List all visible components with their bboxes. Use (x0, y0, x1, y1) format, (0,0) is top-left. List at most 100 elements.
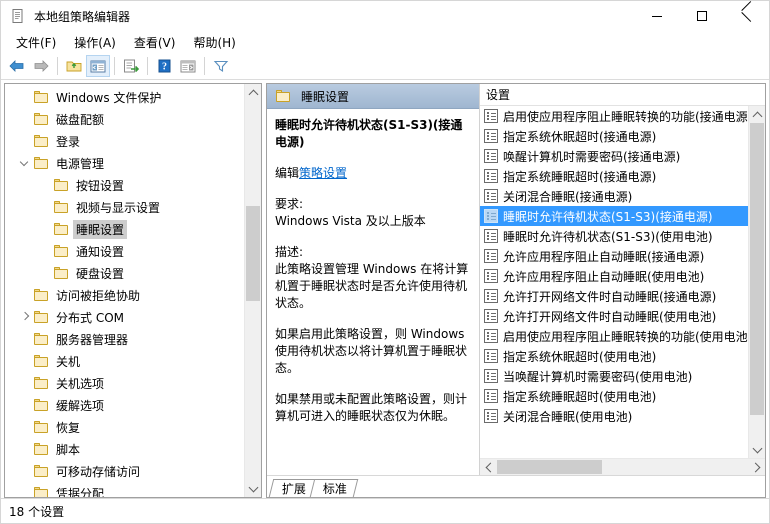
policy-setting-icon (484, 329, 498, 343)
tree-scroll-track[interactable] (245, 101, 261, 480)
column-header-setting[interactable]: 设置 (480, 84, 765, 105)
list-scroll-up-button[interactable] (749, 106, 765, 123)
edit-policy-setting-link[interactable]: 策略设置 (299, 166, 347, 180)
policy-setting-icon (484, 289, 498, 303)
policy-title: 睡眠时允许待机状态(S1-S3)(接通电源) (275, 118, 463, 149)
settings-list-row[interactable]: 允许应用程序阻止自动睡眠(接通电源) (480, 246, 748, 266)
folder-icon (33, 354, 49, 368)
policy-document-icon (10, 8, 26, 24)
svg-text:?: ? (162, 62, 167, 73)
export-list-icon[interactable] (119, 55, 143, 77)
list-vertical-scrollbar[interactable] (748, 106, 765, 458)
settings-list-row[interactable]: 指定系统休眠超时(使用电池) (480, 346, 748, 366)
folder-icon (33, 420, 49, 434)
tree-scroll-down-button[interactable] (245, 480, 261, 497)
settings-list-row[interactable]: 启用使应用程序阻止睡眠转换的功能(接通电源) (480, 106, 748, 126)
list-scroll-thumb[interactable] (750, 123, 764, 415)
tree-node[interactable]: 恢复 (5, 416, 244, 438)
chevron-right-icon[interactable] (17, 306, 33, 328)
settings-list-row[interactable]: 关闭混合睡眠(使用电池) (480, 406, 748, 426)
description-paragraph: 如果禁用或未配置此策略设置，则计算机可进入的睡眠状态仅为休眠。 (275, 392, 468, 423)
tree-node[interactable]: 电源管理 (5, 152, 244, 174)
tree-node[interactable]: 硬盘设置 (5, 262, 244, 284)
edit-policy-line: 编辑策略设置 (275, 165, 469, 182)
show-hide-action-pane-icon[interactable] (176, 55, 200, 77)
settings-list-row[interactable]: 启用使应用程序阻止睡眠转换的功能(使用电池) (480, 326, 748, 346)
settings-list-row[interactable]: 当唤醒计算机时需要密码(使用电池) (480, 366, 748, 386)
tree-node[interactable]: 关机 (5, 350, 244, 372)
tree-node-label: 关机 (56, 354, 81, 369)
menu-file[interactable]: 文件(F) (7, 32, 65, 53)
tree-node-label: 电源管理 (56, 156, 105, 171)
tree-node-label: 访问被拒绝协助 (56, 288, 141, 303)
tree-node[interactable]: 访问被拒绝协助 (5, 284, 244, 306)
extended-detail-pane: 睡眠设置 睡眠时允许待机状态(S1-S3)(接通电源) 编辑策略设置 要求: W… (267, 84, 480, 475)
list-scroll-track[interactable] (749, 123, 765, 441)
settings-list-row[interactable]: 允许应用程序阻止自动睡眠(使用电池) (480, 266, 748, 286)
up-folder-icon[interactable] (62, 55, 86, 77)
tree-node[interactable]: 视频与显示设置 (5, 196, 244, 218)
settings-list-row[interactable]: 唤醒计算机时需要密码(接通电源) (480, 146, 748, 166)
requirement-value: Windows Vista 及以上版本 (275, 214, 426, 228)
menu-action[interactable]: 操作(A) (65, 32, 125, 53)
tree-node[interactable]: 分布式 COM (5, 306, 244, 328)
settings-list-row-label: 启用使应用程序阻止睡眠转换的功能(接通电源) (503, 109, 748, 124)
tree-node[interactable]: Windows 文件保护 (5, 86, 244, 108)
filter-icon[interactable] (209, 55, 233, 77)
settings-list-row[interactable]: 睡眠时允许待机状态(S1-S3)(使用电池) (480, 226, 748, 246)
folder-icon (33, 332, 49, 346)
tree-node[interactable]: 睡眠设置 (5, 218, 244, 240)
close-button[interactable] (724, 1, 769, 31)
tree-node[interactable]: 关机选项 (5, 372, 244, 394)
list-scroll-right-button[interactable] (748, 459, 765, 475)
folder-icon (33, 134, 49, 148)
tree-node[interactable]: 凭据分配 (5, 482, 244, 497)
policy-setting-icon (484, 109, 498, 123)
tree-node[interactable]: 服务器管理器 (5, 328, 244, 350)
help-icon[interactable]: ? (152, 55, 176, 77)
settings-list-row[interactable]: 指定系统休眠超时(接通电源) (480, 126, 748, 146)
tree-node[interactable]: 脚本 (5, 438, 244, 460)
list-hscroll-track[interactable] (497, 459, 748, 475)
tree-node-label: 关机选项 (56, 376, 105, 391)
tree-scroll-up-button[interactable] (245, 84, 261, 101)
settings-list-row[interactable]: 允许打开网络文件时自动睡眠(接通电源) (480, 286, 748, 306)
folder-icon (33, 112, 49, 126)
forward-arrow-icon[interactable] (29, 55, 53, 77)
show-hide-console-tree-icon[interactable] (86, 55, 110, 77)
menu-view[interactable]: 查看(V) (125, 32, 185, 53)
tree-node-label: 脚本 (56, 442, 81, 457)
list-hscroll-thumb[interactable] (497, 460, 602, 474)
list-scroll-left-button[interactable] (480, 459, 497, 475)
settings-list-row[interactable]: 关闭混合睡眠(接通电源) (480, 186, 748, 206)
group-policy-editor-window: 本地组策略编辑器 文件(F) 操作(A) 查看(V) 帮助(H) ? Windo… (0, 0, 770, 524)
chevron-down-icon[interactable] (17, 152, 33, 174)
tree-vertical-scrollbar[interactable] (244, 84, 261, 497)
tree-node[interactable]: 可移动存储访问 (5, 460, 244, 482)
tree-scroll-thumb[interactable] (246, 206, 260, 301)
tree-node[interactable]: 登录 (5, 130, 244, 152)
settings-list-row-label: 允许应用程序阻止自动睡眠(接通电源) (503, 249, 705, 264)
folder-icon (33, 90, 49, 104)
settings-list-row[interactable]: 指定系统睡眠超时(使用电池) (480, 386, 748, 406)
tree-node[interactable]: 缓解选项 (5, 394, 244, 416)
tab-standard[interactable]: 标准 (309, 479, 359, 497)
tree-node[interactable]: 磁盘配额 (5, 108, 244, 130)
settings-list-row[interactable]: 睡眠时允许待机状态(S1-S3)(接通电源) (480, 206, 748, 226)
settings-list-row[interactable]: 指定系统睡眠超时(接通电源) (480, 166, 748, 186)
tree-node[interactable]: 通知设置 (5, 240, 244, 262)
minimize-button[interactable] (634, 1, 679, 31)
toolbar-separator (114, 57, 115, 75)
description-paragraph: 如果启用此策略设置，则 Windows 使用待机状态以将计算机置于睡眠状态。 (275, 327, 468, 375)
menu-help[interactable]: 帮助(H) (184, 32, 244, 53)
tree-node[interactable]: 按钮设置 (5, 174, 244, 196)
list-scroll-down-button[interactable] (749, 441, 765, 458)
settings-list-row-label: 睡眠时允许待机状态(S1-S3)(使用电池) (503, 229, 713, 244)
back-arrow-icon[interactable] (5, 55, 29, 77)
tree-expander-spacer (17, 328, 33, 350)
toolbar-separator (147, 57, 148, 75)
maximize-button[interactable] (679, 1, 724, 31)
settings-list-row[interactable]: 允许打开网络文件时自动睡眠(使用电池) (480, 306, 748, 326)
list-horizontal-scrollbar[interactable] (480, 458, 765, 475)
chevron-up-icon (752, 111, 762, 121)
